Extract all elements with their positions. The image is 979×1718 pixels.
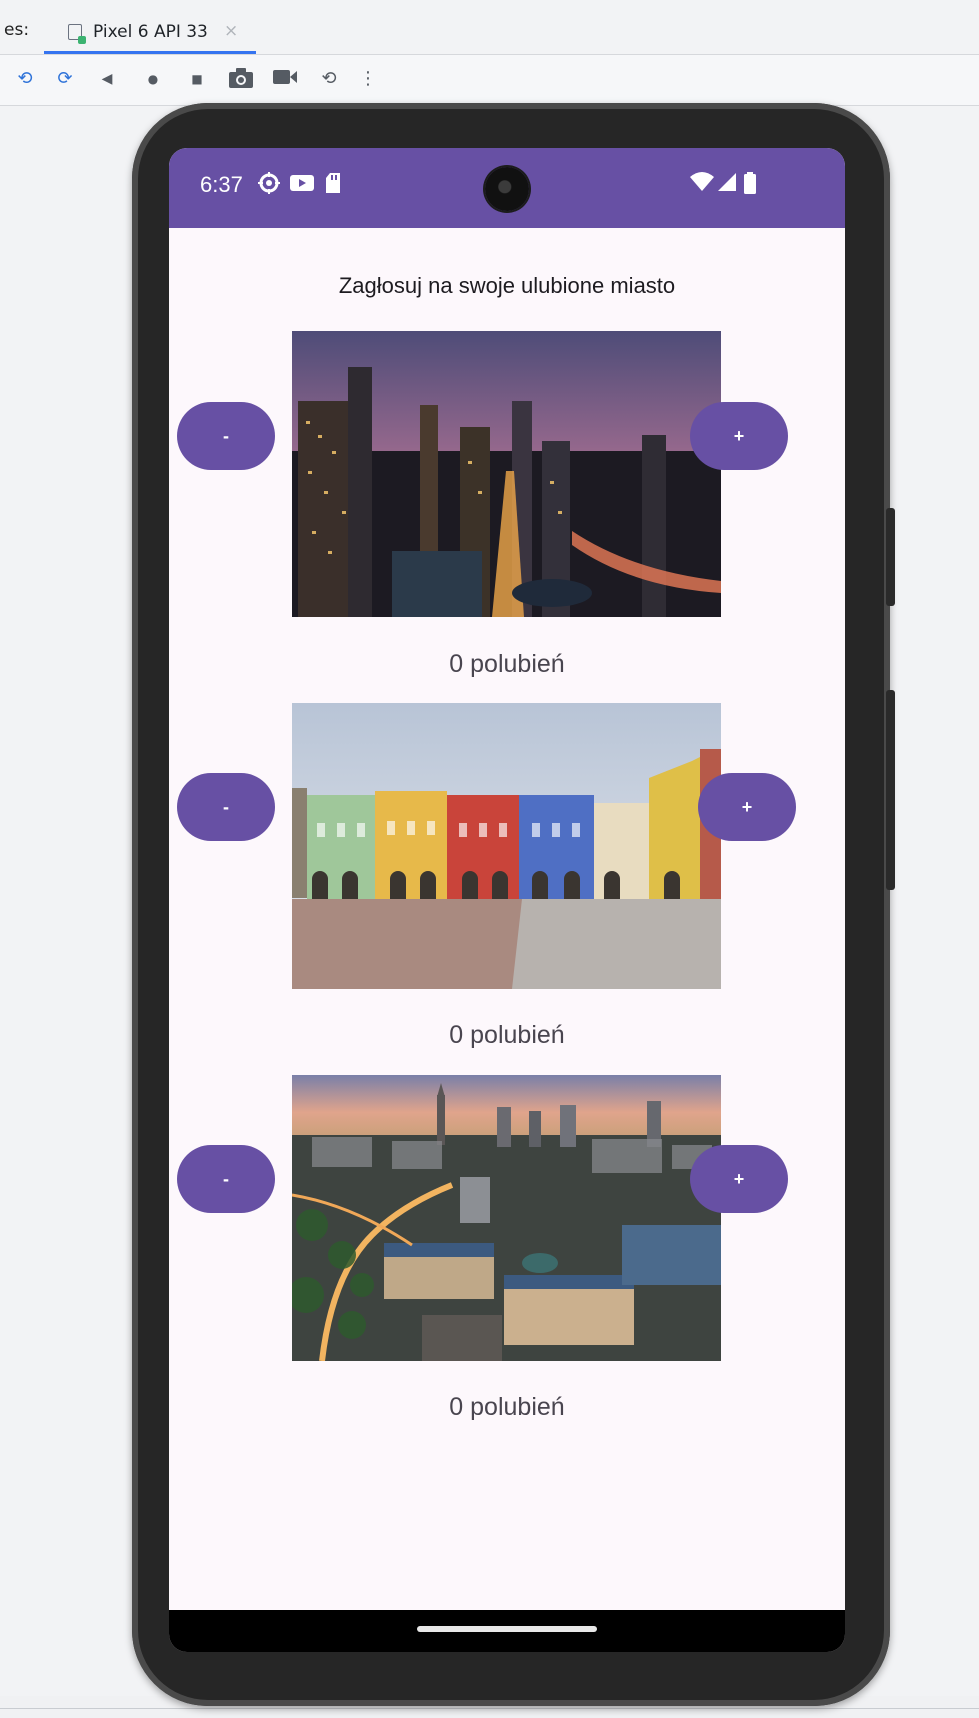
record-video-icon[interactable] <box>270 67 300 91</box>
camera-icon[interactable] <box>226 67 256 91</box>
city-image-skyline-night <box>292 331 721 617</box>
snapshot-icon[interactable]: ⟲ <box>314 67 344 91</box>
page-title: Zagłosuj na swoje ulubione miasto <box>338 273 676 298</box>
status-time: 6:37 <box>200 172 243 197</box>
settings-icon <box>257 171 281 199</box>
plus-button-3[interactable]: + <box>690 1145 788 1213</box>
tab-label: Pixel 6 API 33 <box>93 22 208 42</box>
power-button[interactable] <box>886 508 895 606</box>
rotate-right-icon[interactable]: ⟳ <box>50 67 80 91</box>
tab-pixel-6-api-33[interactable]: Pixel 6 API 33 × <box>44 10 256 54</box>
plus-button-1[interactable]: + <box>690 402 788 470</box>
device-tab-bar: es: Pixel 6 API 33 × <box>0 0 979 55</box>
front-camera <box>485 167 529 211</box>
minus-button-2[interactable]: - <box>177 773 275 841</box>
home-gesture-handle[interactable] <box>417 1626 597 1632</box>
minus-button-3[interactable]: - <box>177 1145 275 1213</box>
overview-icon[interactable]: ■ <box>184 67 210 91</box>
wifi-icon <box>689 171 715 197</box>
battery-icon <box>743 171 757 199</box>
back-icon[interactable]: ◀ <box>94 67 120 91</box>
close-icon[interactable]: × <box>224 21 238 41</box>
minus-button-1[interactable]: - <box>177 402 275 470</box>
plus-button-2[interactable]: + <box>698 773 796 841</box>
youtube-icon <box>289 171 315 199</box>
city-image-aerial-dusk <box>292 1075 721 1361</box>
signal-icon <box>716 171 738 197</box>
volume-button[interactable] <box>886 690 895 890</box>
navigation-bar <box>169 1610 845 1652</box>
status-bar: 6:37 <box>169 148 845 228</box>
likes-count-1: 0 polubień <box>449 650 565 678</box>
divider <box>0 1708 979 1709</box>
tab-bar-prefix: es: <box>4 20 30 40</box>
more-icon[interactable]: ⋮ <box>358 67 378 91</box>
device-icon <box>68 24 86 44</box>
city-image-old-town-square <box>292 703 721 989</box>
sd-card-icon <box>324 171 342 199</box>
likes-count-2: 0 polubień <box>449 1021 565 1049</box>
likes-count-3: 0 polubień <box>449 1393 565 1421</box>
device-screen: 6:37 Zagłosuj na swoje ulubione miasto -… <box>169 148 845 1652</box>
home-icon[interactable]: ● <box>140 67 166 91</box>
emulator-toolbar: ⟲ ⟳ ◀ ● ■ ⟲ ⋮ <box>0 55 979 106</box>
rotate-left-icon[interactable]: ⟲ <box>10 67 40 91</box>
